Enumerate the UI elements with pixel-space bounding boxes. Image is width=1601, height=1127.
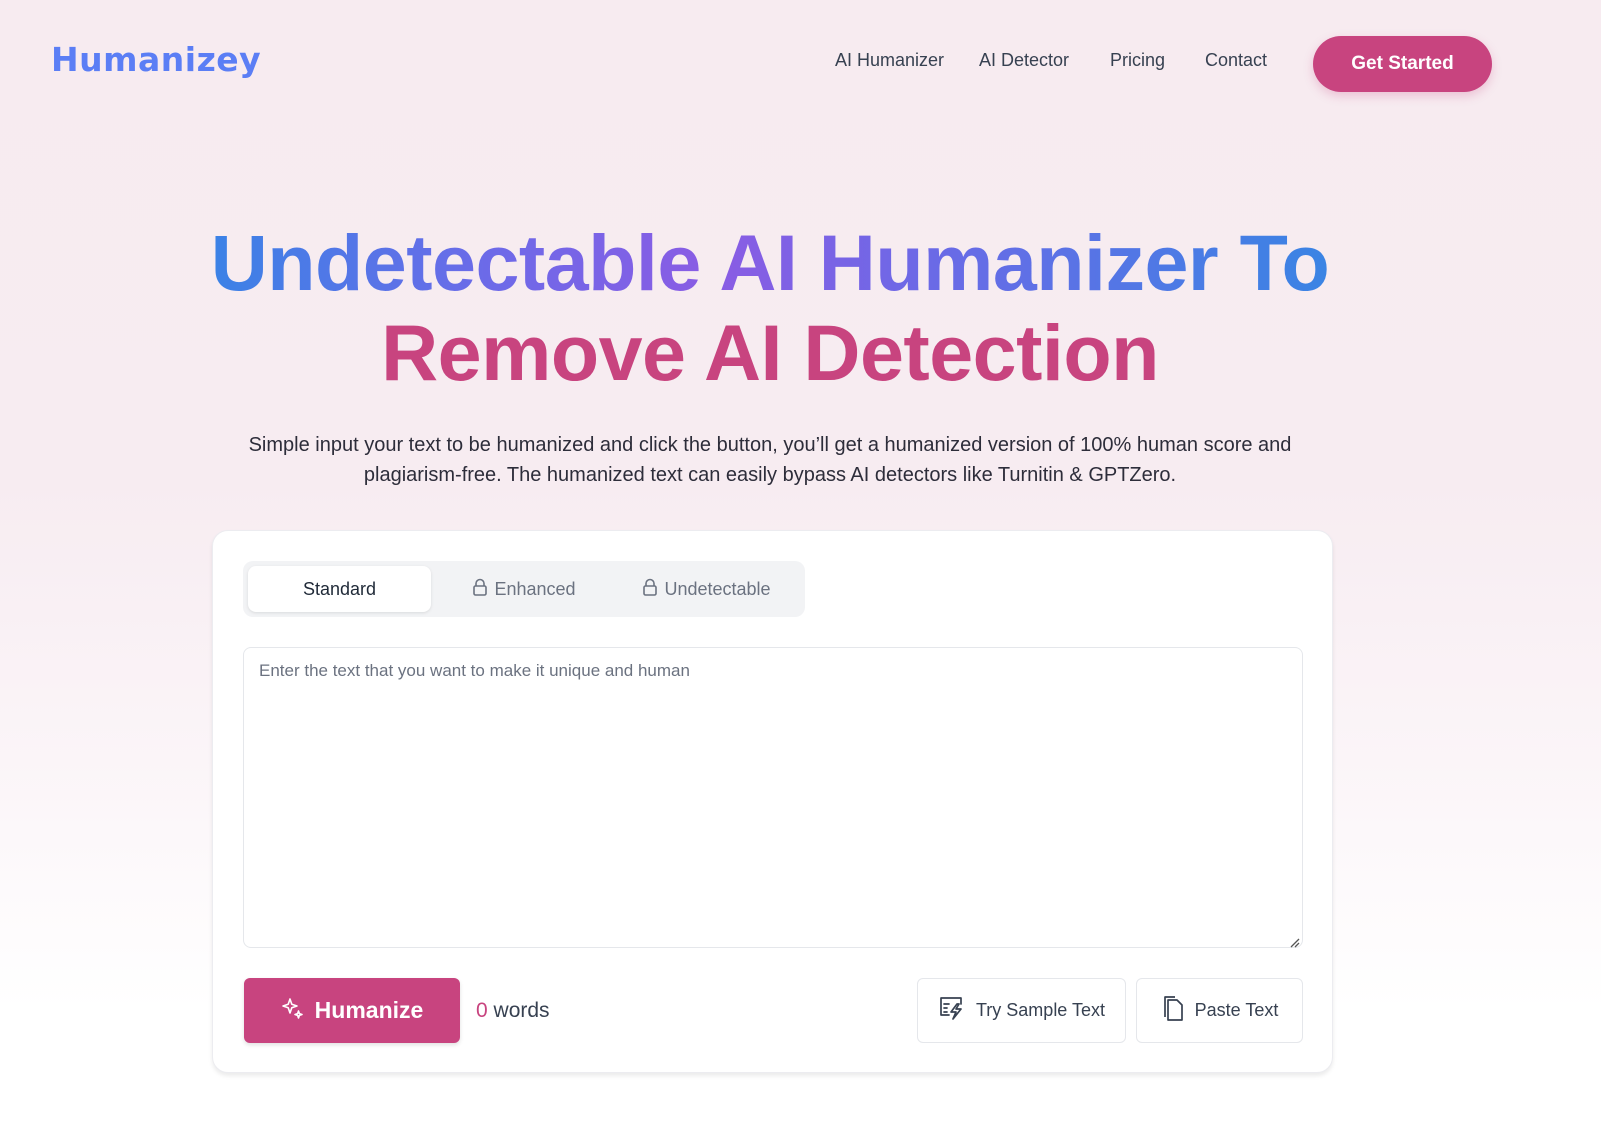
- sparkles-icon: [281, 996, 315, 1026]
- resize-handle-icon[interactable]: [1290, 935, 1300, 953]
- humanizer-card: Standard Enhanced Undetectable Humanize: [212, 530, 1333, 1073]
- tab-standard-label: Standard: [302, 578, 377, 599]
- lock-icon: [642, 578, 664, 601]
- sample-text-icon: [938, 995, 976, 1026]
- hero-title-line2: Remove AI Detection: [381, 308, 1159, 397]
- humanize-button-label: Humanize: [314, 997, 424, 1023]
- get-started-button[interactable]: Get Started: [1313, 36, 1492, 92]
- tab-undetectable-label: Undetectable: [664, 578, 771, 599]
- site-header: Humanizey AI Humanizer AI Detector Prici…: [0, 0, 1601, 126]
- nav-link-pricing[interactable]: Pricing: [1110, 50, 1165, 71]
- lock-icon: [472, 578, 494, 601]
- tab-enhanced-label: Enhanced: [494, 578, 576, 599]
- paste-text-label: Paste Text: [1194, 1000, 1279, 1020]
- nav-link-ai-humanizer[interactable]: AI Humanizer: [835, 50, 944, 71]
- hero-subtitle: Simple input your text to be humanized a…: [248, 434, 1292, 486]
- word-count: 0 words: [476, 999, 550, 1023]
- try-sample-text-button[interactable]: Try Sample Text: [917, 978, 1126, 1043]
- hero-title-line1: Undetectable AI Humanizer To: [210, 218, 1330, 307]
- word-count-value: 0: [476, 999, 488, 1022]
- humanize-button[interactable]: Humanize: [244, 978, 460, 1043]
- try-sample-text-label: Try Sample Text: [975, 1000, 1106, 1020]
- nav-link-ai-detector[interactable]: AI Detector: [979, 50, 1069, 71]
- copy-icon: [1161, 994, 1195, 1027]
- tab-standard[interactable]: Standard: [248, 566, 431, 612]
- tab-undetectable[interactable]: Undetectable: [613, 566, 800, 612]
- text-input[interactable]: [243, 647, 1303, 948]
- paste-text-button[interactable]: Paste Text: [1136, 978, 1303, 1043]
- tab-enhanced[interactable]: Enhanced: [435, 566, 613, 612]
- mode-tabs: Standard Enhanced Undetectable: [243, 561, 805, 617]
- nav-link-contact[interactable]: Contact: [1205, 50, 1267, 71]
- brand-logo[interactable]: Humanizey: [51, 40, 261, 79]
- hero-title: Undetectable AI Humanizer To Remove AI D…: [0, 218, 1540, 398]
- word-count-suffix: words: [493, 999, 550, 1022]
